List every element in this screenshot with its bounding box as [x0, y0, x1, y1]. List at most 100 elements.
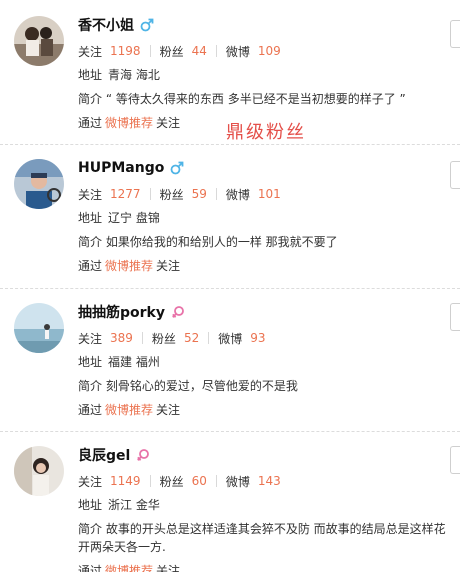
fans-stat[interactable]: 粉丝 60: [160, 473, 207, 490]
user-info: HUPMango 关注 1277 粉丝 59 微博 101 地址 辽宁 盘锦 简介 如果…: [78, 157, 450, 275]
location-value: 浙江 金华: [108, 498, 160, 512]
follow-button[interactable]: [450, 446, 460, 474]
location-line: 地址 辽宁 盘锦: [78, 209, 450, 227]
weibo-label: 微博: [225, 474, 250, 489]
fans-label: 粉丝: [159, 187, 184, 202]
weibo-stat[interactable]: 微博 109: [226, 43, 281, 60]
user-name[interactable]: 抽抽筋porky: [78, 302, 165, 322]
divider: [149, 475, 151, 487]
via-link[interactable]: 微博推荐: [105, 259, 153, 273]
weibo-label: 微博: [225, 187, 250, 202]
via-suffix: 关注: [156, 116, 181, 130]
weibo-stat[interactable]: 微博 143: [226, 473, 281, 490]
weibo-count: 143: [257, 474, 281, 488]
bio-line: 简介 如果你给我的和给别人的一样 那我就不要了: [78, 233, 450, 251]
via-link[interactable]: 微博推荐: [105, 403, 153, 417]
divider: [208, 332, 210, 344]
follow-stat[interactable]: 关注 1277: [78, 186, 141, 203]
stats-row: 关注 1198 粉丝 44 微博 109: [78, 42, 450, 60]
location-label: 地址: [78, 498, 103, 512]
via-link[interactable]: 微博推荐: [105, 564, 153, 572]
avatar-photo-couple: [14, 16, 64, 66]
location-value: 青海 海北: [108, 68, 160, 82]
bio-text: “ 等待太久得来的东西 多半已经不是当初想要的样子了 ”: [105, 92, 406, 106]
user-card: 抽抽筋porky 关注 389 粉丝 52 微博 93 地址 福建 福州 简介 刻骨铭心…: [0, 289, 460, 432]
follow-label: 关注: [78, 187, 103, 202]
bio-line: 简介 “ 等待太久得来的东西 多半已经不是当初想要的样子了 ”: [78, 90, 450, 108]
bio-label: 简介: [78, 235, 103, 249]
user-info: 抽抽筋porky 关注 389 粉丝 52 微博 93 地址 福建 福州 简介 刻骨铭心…: [78, 301, 450, 419]
fans-count: 44: [191, 44, 207, 58]
via-line: 通过 微博推荐 关注: [78, 562, 450, 572]
follow-stat[interactable]: 关注 1198: [78, 43, 141, 60]
divider: [141, 332, 143, 344]
via-line: 通过 微博推荐 关注: [78, 401, 450, 419]
via-suffix: 关注: [156, 564, 181, 572]
bio-label: 简介: [78, 92, 103, 106]
female-gender-icon: [171, 305, 185, 319]
location-label: 地址: [78, 355, 103, 369]
bio-text: 故事的开头总是这样适逢其会猝不及防 而故事的结局总是这样花开两朵天各一方.: [78, 522, 446, 554]
follow-button[interactable]: [450, 303, 460, 331]
via-prefix: 通过: [78, 403, 103, 417]
female-gender-icon: [136, 448, 150, 462]
follow-label: 关注: [78, 331, 103, 346]
location-label: 地址: [78, 211, 103, 225]
follow-stat[interactable]: 关注 1149: [78, 473, 141, 490]
fans-label: 粉丝: [159, 474, 184, 489]
via-prefix: 通过: [78, 564, 103, 572]
follow-button[interactable]: [450, 161, 460, 189]
avatar[interactable]: [14, 16, 64, 66]
user-name[interactable]: HUPMango: [78, 160, 164, 176]
location-value: 福建 福州: [108, 355, 160, 369]
weibo-label: 微博: [225, 44, 250, 59]
user-name[interactable]: 香不小姐: [78, 15, 134, 35]
fans-label: 粉丝: [159, 44, 184, 59]
bio-text: 刻骨铭心的爱过，尽管他爱的不是我: [105, 379, 298, 393]
male-gender-icon: [170, 161, 184, 175]
weibo-label: 微博: [218, 331, 243, 346]
follow-count: 1149: [110, 474, 141, 488]
via-prefix: 通过: [78, 259, 103, 273]
fans-stat[interactable]: 粉丝 52: [152, 330, 199, 347]
follow-stat[interactable]: 关注 389: [78, 330, 133, 347]
fans-count: 52: [183, 331, 200, 345]
follow-button[interactable]: [450, 20, 460, 48]
stats-row: 关注 1149 粉丝 60 微博 143: [78, 472, 450, 490]
location-line: 地址 福建 福州: [78, 353, 450, 371]
fans-stat[interactable]: 粉丝 59: [160, 186, 207, 203]
male-gender-icon: [140, 18, 154, 32]
user-card: 良辰gel 关注 1149 粉丝 60 微博 143 地址 浙江 金华 简介 故事的开头…: [0, 432, 460, 572]
divider: [215, 475, 217, 487]
divider: [149, 188, 151, 200]
via-link[interactable]: 微博推荐: [105, 116, 153, 130]
location-value: 辽宁 盘锦: [108, 211, 160, 225]
via-suffix: 关注: [156, 403, 181, 417]
bio-label: 简介: [78, 379, 103, 393]
avatar[interactable]: [14, 159, 64, 209]
bio-text: 如果你给我的和给别人的一样 那我就不要了: [105, 235, 338, 249]
watermark-text: 鼎级粉丝: [226, 122, 306, 143]
divider: [215, 188, 217, 200]
location-label: 地址: [78, 68, 103, 82]
avatar-photo-girl: [14, 446, 64, 496]
avatar[interactable]: [14, 446, 64, 496]
weibo-stat[interactable]: 微博 93: [218, 330, 265, 347]
follow-label: 关注: [78, 44, 103, 59]
stats-row: 关注 1277 粉丝 59 微博 101: [78, 185, 450, 203]
weibo-stat[interactable]: 微博 101: [226, 186, 281, 203]
fans-count: 60: [191, 474, 207, 488]
weibo-count: 109: [257, 44, 281, 58]
location-line: 地址 青海 海北: [78, 66, 450, 84]
avatar-photo-seaside: [14, 303, 64, 353]
follow-count: 1198: [110, 44, 141, 58]
fans-stat[interactable]: 粉丝 44: [160, 43, 207, 60]
bio-label: 简介: [78, 522, 103, 536]
user-name[interactable]: 良辰gel: [78, 445, 130, 465]
weibo-count: 93: [250, 331, 266, 345]
bio-line: 简介 故事的开头总是这样适逢其会猝不及防 而故事的结局总是这样花开两朵天各一方.: [78, 520, 450, 556]
user-info: 香不小姐 关注 1198 粉丝 44 微博 109 地址 青海 海北 简介 “ 等待太久…: [78, 14, 450, 132]
stats-row: 关注 389 粉丝 52 微博 93: [78, 329, 450, 347]
avatar[interactable]: [14, 303, 64, 353]
avatar-photo-driver: [14, 159, 64, 209]
